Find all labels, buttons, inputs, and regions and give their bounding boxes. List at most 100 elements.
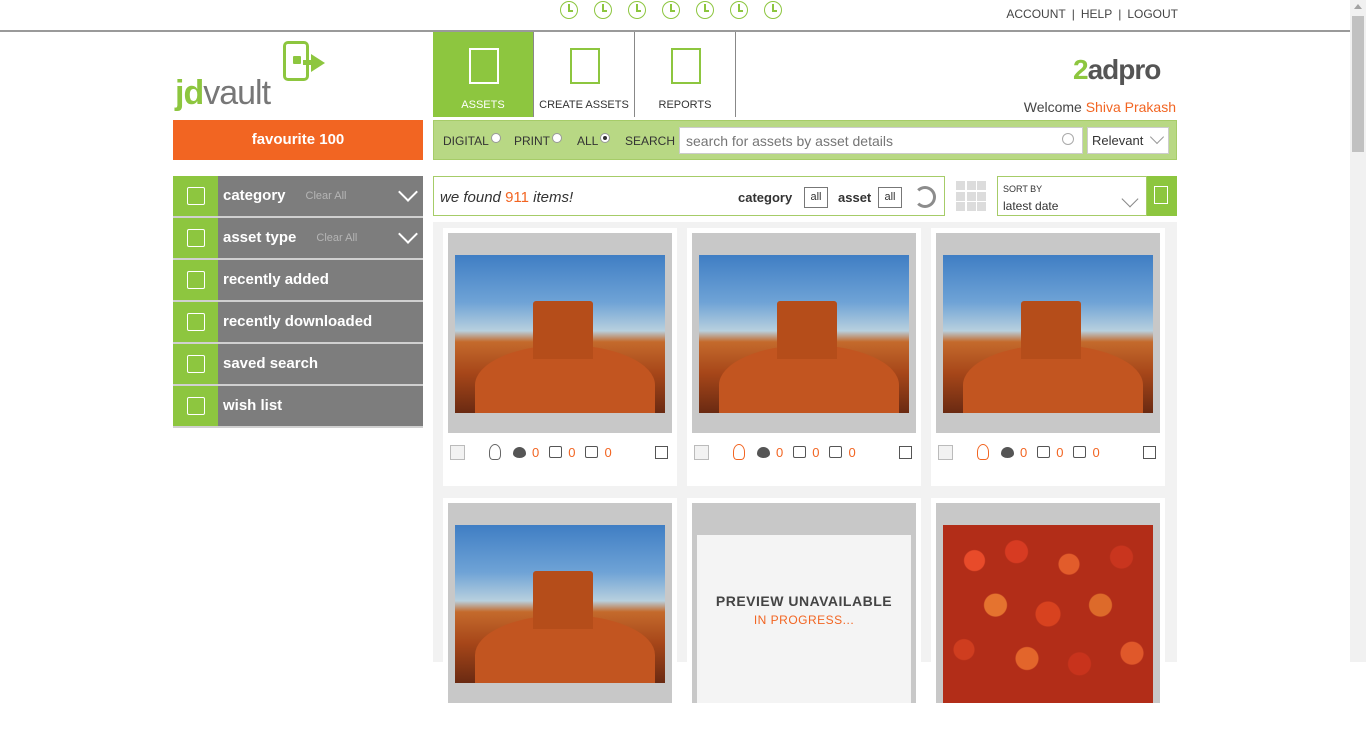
sidebar-item-label: wish list (223, 397, 283, 414)
welcome-text: Welcome Shiva Prakash (1023, 99, 1176, 115)
asset-image (699, 255, 909, 413)
asset-image (943, 525, 1153, 703)
thumbs-up-icon[interactable] (793, 446, 807, 458)
select-checkbox[interactable] (450, 444, 465, 460)
logout-link[interactable]: LOGOUT (1127, 7, 1178, 21)
account-link[interactable]: ACCOUNT (1006, 7, 1065, 21)
chevron-down-icon[interactable] (398, 182, 418, 202)
sidebar-item-label: asset type (223, 229, 297, 246)
sidebar-item-recently-downloaded[interactable]: recently downloaded (173, 302, 423, 344)
sort-label: SORT BY (1003, 184, 1043, 194)
sidebar-item-wish-list[interactable]: wish list (173, 386, 423, 428)
wishlist-icon (173, 386, 218, 426)
select-checkbox[interactable] (938, 444, 953, 460)
sort-select[interactable]: SORT BY latest date (997, 176, 1147, 216)
asset-thumbnail[interactable] (448, 503, 672, 703)
tray-icon (173, 218, 218, 258)
asset-card[interactable]: PREVIEW UNAVAILABLE IN PROGRESS... (687, 498, 921, 756)
lightbulb-icon[interactable] (733, 444, 745, 460)
thumbs-up-icon[interactable] (1037, 446, 1051, 458)
relevance-select[interactable]: Relevant (1087, 127, 1169, 154)
sidebar-item-asset-type[interactable]: asset type Clear All (173, 218, 423, 260)
asset-card[interactable] (443, 498, 677, 756)
tab-reports[interactable]: REPORTS (635, 32, 736, 117)
brand-logo: 2adpro (1073, 54, 1161, 85)
layers-icon (173, 176, 218, 216)
sort-search-button[interactable] (1147, 176, 1177, 216)
help-link[interactable]: HELP (1081, 7, 1112, 21)
thumbs-down-icon[interactable] (585, 446, 599, 458)
lightbulb-icon[interactable] (977, 444, 989, 460)
external-link-icon[interactable] (899, 445, 912, 459)
lightbulb-icon[interactable] (489, 444, 501, 460)
sidebar-item-category[interactable]: category Clear All (173, 176, 423, 218)
sidebar-item-saved-search[interactable]: saved search (173, 344, 423, 386)
print-radio[interactable] (552, 133, 562, 143)
clock-icon (628, 1, 646, 19)
top-links: ACCOUNT | HELP | LOGOUT (1006, 7, 1178, 21)
thumbs-down-icon[interactable] (829, 446, 843, 458)
heart-icon[interactable] (1001, 446, 1014, 458)
jdvault-logo[interactable]: jdvault (173, 40, 353, 112)
thumbs-up-icon[interactable] (549, 446, 563, 458)
chevron-down-icon[interactable] (398, 224, 418, 244)
clock-icon (594, 1, 612, 19)
clear-all-link[interactable]: Clear All (306, 176, 401, 216)
clock-icons (560, 1, 782, 19)
all-option[interactable]: ALL (577, 133, 611, 148)
sidebar: category Clear All asset type Clear All … (173, 176, 423, 428)
print-option[interactable]: PRINT (514, 133, 562, 148)
asset-thumbnail[interactable] (692, 233, 916, 433)
category-filter-value[interactable]: all (804, 187, 828, 208)
main-tabs: ASSETS CREATE ASSETS REPORTS (433, 32, 736, 117)
external-link-icon[interactable] (655, 445, 668, 459)
clock-icon (696, 1, 714, 19)
download-icon (173, 302, 218, 342)
asset-thumbnail[interactable]: PREVIEW UNAVAILABLE IN PROGRESS... (692, 503, 916, 703)
tab-label: REPORTS (658, 99, 712, 111)
digital-radio[interactable] (490, 133, 501, 143)
scroll-thumb[interactable] (1352, 16, 1364, 152)
all-radio[interactable] (600, 133, 611, 143)
user-name[interactable]: Shiva Prakash (1086, 99, 1176, 115)
asset-thumbnail[interactable] (448, 233, 672, 433)
asset-card[interactable]: 0 0 0 (931, 228, 1165, 486)
thumbs-down-icon[interactable] (1073, 446, 1087, 458)
asset-filter-value[interactable]: all (878, 187, 902, 208)
downvote-count: 0 (848, 444, 856, 460)
asset-image (943, 255, 1153, 413)
asset-card[interactable]: 0 0 0 (443, 228, 677, 486)
asset-thumbnail[interactable] (936, 503, 1160, 703)
digital-option[interactable]: DIGITAL (443, 133, 501, 148)
external-link-icon[interactable] (1143, 445, 1156, 459)
refresh-icon[interactable] (914, 186, 936, 208)
asset-thumbnail[interactable] (936, 233, 1160, 433)
clock-icon (764, 1, 782, 19)
search-icon[interactable] (1062, 133, 1074, 145)
edit-doc-icon (570, 48, 600, 84)
preview-unavailable: PREVIEW UNAVAILABLE IN PROGRESS... (697, 535, 911, 703)
heart-icon[interactable] (513, 446, 526, 458)
tab-assets[interactable]: ASSETS (433, 32, 534, 117)
sidebar-item-recently-added[interactable]: recently added (173, 260, 423, 302)
search-input[interactable] (679, 127, 1083, 154)
asset-image (455, 525, 665, 683)
grid-view-icon[interactable] (956, 181, 986, 211)
clear-all-link[interactable]: Clear All (316, 218, 401, 258)
sidebar-item-label: category (223, 187, 286, 204)
heart-icon[interactable] (757, 446, 770, 458)
sidebar-item-label: saved search (223, 355, 319, 372)
asset-card[interactable] (931, 498, 1165, 756)
select-checkbox[interactable] (694, 444, 709, 460)
asset-actions: 0 0 0 (936, 442, 1160, 462)
asset-filter-label: asset (838, 190, 872, 205)
page-scrollbar[interactable] (1350, 0, 1366, 662)
asset-card[interactable]: 0 0 0 (687, 228, 921, 486)
filter-bar: DIGITAL PRINT ALL SEARCH Relevant (433, 120, 1177, 160)
scroll-up-arrow-icon[interactable] (1354, 4, 1362, 9)
upvote-count: 0 (568, 444, 576, 460)
clock-icon (560, 1, 578, 19)
tab-create-assets[interactable]: CREATE ASSETS (534, 32, 635, 117)
favourite-button[interactable]: favourite 100 (173, 120, 423, 160)
upvote-count: 0 (1056, 444, 1064, 460)
